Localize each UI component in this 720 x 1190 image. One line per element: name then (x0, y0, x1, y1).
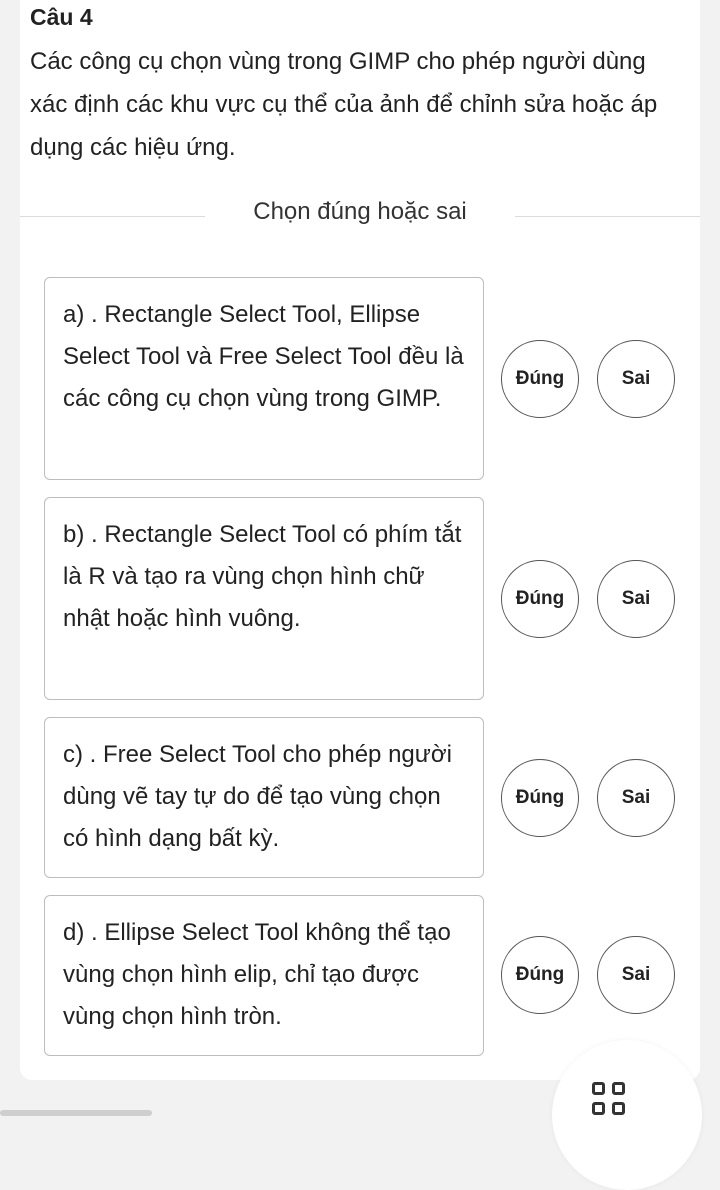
statement-d: d) . Ellipse Select Tool không thể tạo v… (44, 895, 484, 1056)
section-label: Chọn đúng hoặc sai (253, 198, 467, 225)
statement-b-false-button[interactable]: Sai (597, 560, 675, 638)
statement-d-true-button[interactable]: Đúng (501, 936, 579, 1014)
statement-a: a) . Rectangle Select Tool, Ellipse Sele… (44, 277, 484, 480)
statement-c-false-button[interactable]: Sai (597, 759, 675, 837)
question-text: Các công cụ chọn vùng trong GIMP cho phé… (30, 48, 658, 161)
divider-right (515, 216, 700, 217)
statement-d-false-button[interactable]: Sai (597, 936, 675, 1014)
question-title: Câu 4 (30, 4, 93, 30)
statement-a-true-button[interactable]: Đúng (501, 340, 579, 418)
statement-c-true-button[interactable]: Đúng (501, 759, 579, 837)
grid-icon[interactable] (592, 1082, 628, 1118)
statement-b-true-button[interactable]: Đúng (501, 560, 579, 638)
statement-b: b) . Rectangle Select Tool có phím tắt l… (44, 497, 484, 700)
bottom-nav-indicator (0, 1110, 152, 1116)
statement-a-false-button[interactable]: Sai (597, 340, 675, 418)
statement-c: c) . Free Select Tool cho phép người dùn… (44, 717, 484, 878)
